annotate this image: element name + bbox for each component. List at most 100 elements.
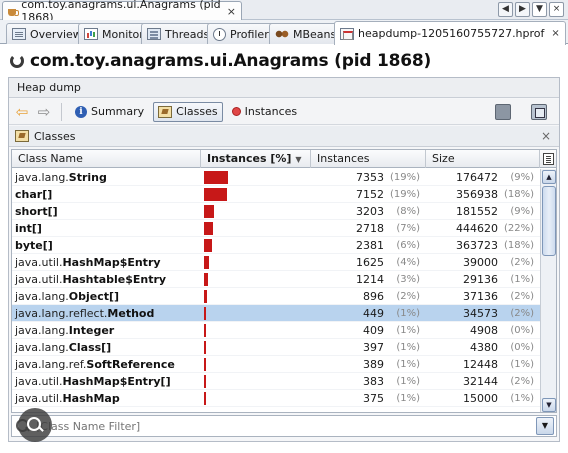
- table-row[interactable]: java.util.HashMap 375 (1%) 15000 (1%): [12, 390, 540, 407]
- scroll-tabs-left-button[interactable]: ◀: [498, 2, 513, 17]
- table-row[interactable]: char[] 7152 (19%) 356938 (18%): [12, 186, 540, 203]
- instances-count: 7152: [356, 188, 384, 201]
- classes-button[interactable]: Classes: [153, 101, 223, 122]
- table-row[interactable]: java.util.HashMap$Entry 1625 (4%) 39000 (2%): [12, 254, 540, 271]
- class-simple-name: char[]: [15, 188, 53, 201]
- table-row[interactable]: java.lang.Object[] 896 (2%) 37136 (2%): [12, 288, 540, 305]
- tool-tab-strip: Overview Monitor Threads Profiler MBeans…: [0, 20, 568, 45]
- section-title: Classes: [34, 129, 76, 143]
- class-simple-name: HashMap$Entry[]: [62, 375, 171, 388]
- column-header-instances[interactable]: Instances: [311, 150, 426, 168]
- scroll-down-button[interactable]: ▼: [542, 398, 556, 412]
- tab-overview[interactable]: Overview: [6, 23, 88, 44]
- size-percent: (1%): [510, 274, 534, 285]
- instances-count: 7353: [356, 171, 384, 184]
- instances-cell: 375 (1%): [311, 390, 426, 406]
- table-row[interactable]: java.lang.Integer 409 (1%) 4908 (0%): [12, 322, 540, 339]
- instances-percent: (1%): [396, 393, 420, 404]
- close-icon[interactable]: ×: [541, 129, 551, 143]
- scroll-tabs-right-button[interactable]: ▶: [515, 2, 530, 17]
- table-row[interactable]: byte[] 2381 (6%) 363723 (18%): [12, 237, 540, 254]
- size-cell: 12448 (1%): [426, 356, 540, 372]
- table-header: Class Name Instances [%] ▼ Instances Size: [12, 150, 556, 168]
- table-row[interactable]: int[] 2718 (7%) 444620 (22%): [12, 220, 540, 237]
- table-body: java.lang.String 7353 (19%) 176472 (9%) char[…: [12, 169, 540, 407]
- instances-percent: (7%): [396, 223, 420, 234]
- export-icon[interactable]: [531, 103, 547, 120]
- table-row[interactable]: java.util.HashMap$Entry[] 383 (1%) 32144 (2%…: [12, 373, 540, 390]
- view-toolbar: ⇦ ⇨ i Summary Classes Instances: [9, 99, 559, 125]
- size-cell: 29136 (1%): [426, 271, 540, 287]
- instances-percent: (1%): [396, 325, 420, 336]
- size-percent: (1%): [510, 359, 534, 370]
- size-cell: 4380 (0%): [426, 339, 540, 355]
- table-row[interactable]: short[] 3203 (8%) 181552 (9%): [12, 203, 540, 220]
- class-package: java.util.: [15, 273, 63, 286]
- document-tab-anagrams[interactable]: com.toy.anagrams.ui.Anagrams (pid 1868) …: [2, 0, 242, 24]
- instances-percent-bar-cell: [201, 373, 311, 389]
- info-icon: i: [75, 105, 87, 118]
- table-row[interactable]: java.lang.Class[] 397 (1%) 4380 (0%): [12, 339, 540, 356]
- tab-mbeans[interactable]: MBeans: [269, 23, 343, 44]
- sort-descending-icon: ▼: [295, 155, 302, 164]
- instances-percent-bar-cell: [201, 339, 311, 355]
- scrollbar-thumb[interactable]: [542, 186, 556, 256]
- class-simple-name: byte[]: [15, 239, 53, 252]
- vertical-scrollbar[interactable]: ▲ ▼: [540, 169, 556, 412]
- instances-count: 1214: [356, 273, 384, 286]
- close-icon[interactable]: ×: [551, 28, 559, 39]
- column-header-class-name[interactable]: Class Name: [12, 150, 201, 168]
- tab-profiler[interactable]: Profiler: [207, 23, 275, 44]
- class-package: java.util.: [15, 256, 63, 269]
- size-cell: 15000 (1%): [426, 390, 540, 406]
- back-arrow-icon[interactable]: ⇦: [13, 104, 31, 120]
- instances-percent-bar: [204, 375, 206, 388]
- class-package: java.lang.ref.: [15, 358, 87, 371]
- instances-cell: 389 (1%): [311, 356, 426, 372]
- tab-mbeans-label: MBeans: [293, 27, 337, 41]
- page-title-row: com.toy.anagrams.ui.Anagrams (pid 1868): [0, 45, 568, 77]
- column-header-instances-percent[interactable]: Instances [%] ▼: [201, 150, 311, 168]
- forward-arrow-icon[interactable]: ⇨: [35, 104, 53, 120]
- size-cell: 4908 (0%): [426, 322, 540, 338]
- tab-list-menu-button[interactable]: ▼: [532, 2, 547, 17]
- column-header-size[interactable]: Size: [426, 150, 540, 168]
- instances-percent-bar-cell: [201, 254, 311, 270]
- column-chooser-button[interactable]: [540, 150, 556, 168]
- table-row[interactable]: java.util.Hashtable$Entry 1214 (3%) 29136 (1…: [12, 271, 540, 288]
- instances-percent-bar: [204, 222, 213, 235]
- instances-button[interactable]: Instances: [227, 102, 303, 122]
- table-row[interactable]: java.lang.ref.SoftReference 389 (1%) 12448 (…: [12, 356, 540, 373]
- filter-dropdown-button[interactable]: ▼: [536, 417, 554, 435]
- lens-search-icon[interactable]: [18, 408, 52, 442]
- instances-percent-bar-cell: [201, 169, 311, 185]
- tab-threads[interactable]: Threads: [141, 23, 216, 44]
- size-percent: (0%): [510, 325, 534, 336]
- instances-count: 2718: [356, 222, 384, 235]
- table-row[interactable]: java.lang.reflect.Method 449 (1%) 34573 (2%): [12, 305, 540, 322]
- instances-count: 409: [363, 324, 384, 337]
- tab-monitor[interactable]: Monitor: [78, 23, 150, 44]
- classes-icon: [158, 105, 173, 118]
- class-name-filter-input[interactable]: [12, 417, 536, 435]
- class-package: java.util.: [15, 392, 63, 405]
- scroll-up-button[interactable]: ▲: [542, 170, 556, 184]
- table-row[interactable]: java.lang.String 7353 (19%) 176472 (9%): [12, 169, 540, 186]
- tab-heapdump[interactable]: heapdump-1205160755727.hprof ×: [334, 21, 566, 45]
- snapshot-icon[interactable]: [495, 103, 511, 120]
- close-window-button[interactable]: ×: [549, 2, 564, 17]
- instances-count: 389: [363, 358, 384, 371]
- instances-percent: (1%): [396, 342, 420, 353]
- instances-cell: 1214 (3%): [311, 271, 426, 287]
- class-name-cell: java.lang.reflect.Method: [12, 305, 201, 321]
- summary-button[interactable]: i Summary: [70, 102, 149, 122]
- class-package: java.lang.: [15, 324, 69, 337]
- close-icon[interactable]: ×: [227, 5, 236, 18]
- class-simple-name: Method: [107, 307, 155, 320]
- size-cell: 181552 (9%): [426, 203, 540, 219]
- instances-percent: (3%): [396, 274, 420, 285]
- instances-label: Instances: [244, 105, 298, 118]
- instances-percent-bar: [204, 205, 214, 218]
- instances-percent-bar-cell: [201, 271, 311, 287]
- size-percent: (18%): [503, 240, 534, 251]
